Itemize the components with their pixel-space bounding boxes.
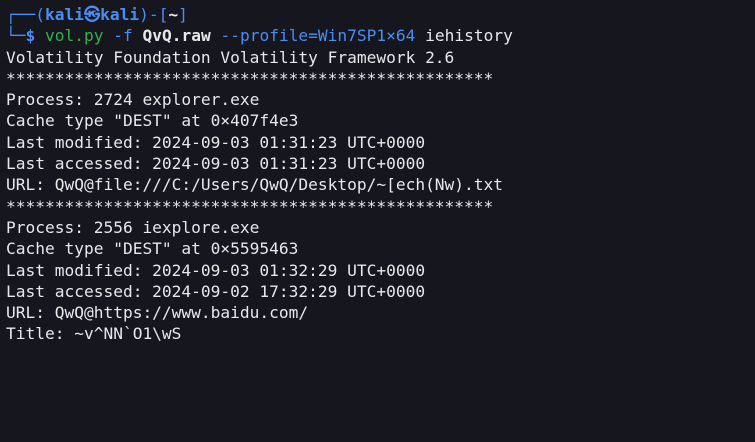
- prompt-close-bracket: ]: [178, 5, 188, 24]
- output-line-process: Process: 2724 explorer.exe: [6, 90, 260, 110]
- command-plugin: iehistory: [425, 26, 513, 46]
- terminal-output: ┌──(kali㉿kali)-[~] └─$ vol.py -f QvQ.raw…: [0, 0, 755, 345]
- command-flag-f: -f: [113, 26, 133, 46]
- command-file: QvQ.raw: [142, 26, 211, 46]
- command-line[interactable]: └─$ vol.py -f QvQ.raw --profile=Win7SP1×…: [6, 25, 755, 46]
- output-line-title: Title: ~v^NN`O1\wS: [6, 324, 182, 344]
- prompt-host: kali: [100, 5, 140, 24]
- prompt-box-top: ┌──(: [6, 5, 45, 24]
- output-line-last-accessed: Last accessed: 2024-09-02 17:32:29 UTC+0…: [6, 281, 426, 301]
- output-line-process: Process: 2556 iexplore.exe: [6, 217, 260, 237]
- output-line-cache-type: Cache type "DEST" at 0×5595463: [6, 239, 299, 259]
- output-line-url: URL: QwQ@https://www.baidu.com/: [6, 303, 309, 323]
- prompt-dollar: $: [25, 26, 36, 46]
- output-line-url: URL: QwQ@file:///C:/Users/QwQ/Desktop/~[…: [6, 175, 504, 195]
- output-line-banner: Volatility Foundation Volatility Framewo…: [6, 47, 455, 67]
- kali-at-icon: ㉿: [83, 5, 101, 24]
- output-line-separator: ****************************************…: [6, 68, 494, 88]
- prompt-user: kali: [44, 5, 84, 24]
- output-line-last-modified: Last modified: 2024-09-03 01:32:29 UTC+0…: [6, 260, 426, 280]
- command-program: vol.py: [45, 26, 104, 46]
- output-line-last-accessed: Last accessed: 2024-09-03 01:31:23 UTC+0…: [6, 154, 426, 174]
- prompt-box-bottom: └─: [6, 26, 26, 46]
- output-line-cache-type: Cache type "DEST" at 0×407f4e3: [6, 111, 299, 131]
- output-line-separator: ****************************************…: [6, 196, 494, 216]
- command-profile: --profile=Win7SP1×64: [220, 26, 416, 46]
- output-line-last-modified: Last modified: 2024-09-03 01:31:23 UTC+0…: [6, 132, 426, 152]
- prompt-cwd: ~: [168, 5, 179, 24]
- prompt-close-paren: )-[: [139, 5, 169, 24]
- prompt-line: ┌──(kali㉿kali)-[~]: [6, 4, 755, 25]
